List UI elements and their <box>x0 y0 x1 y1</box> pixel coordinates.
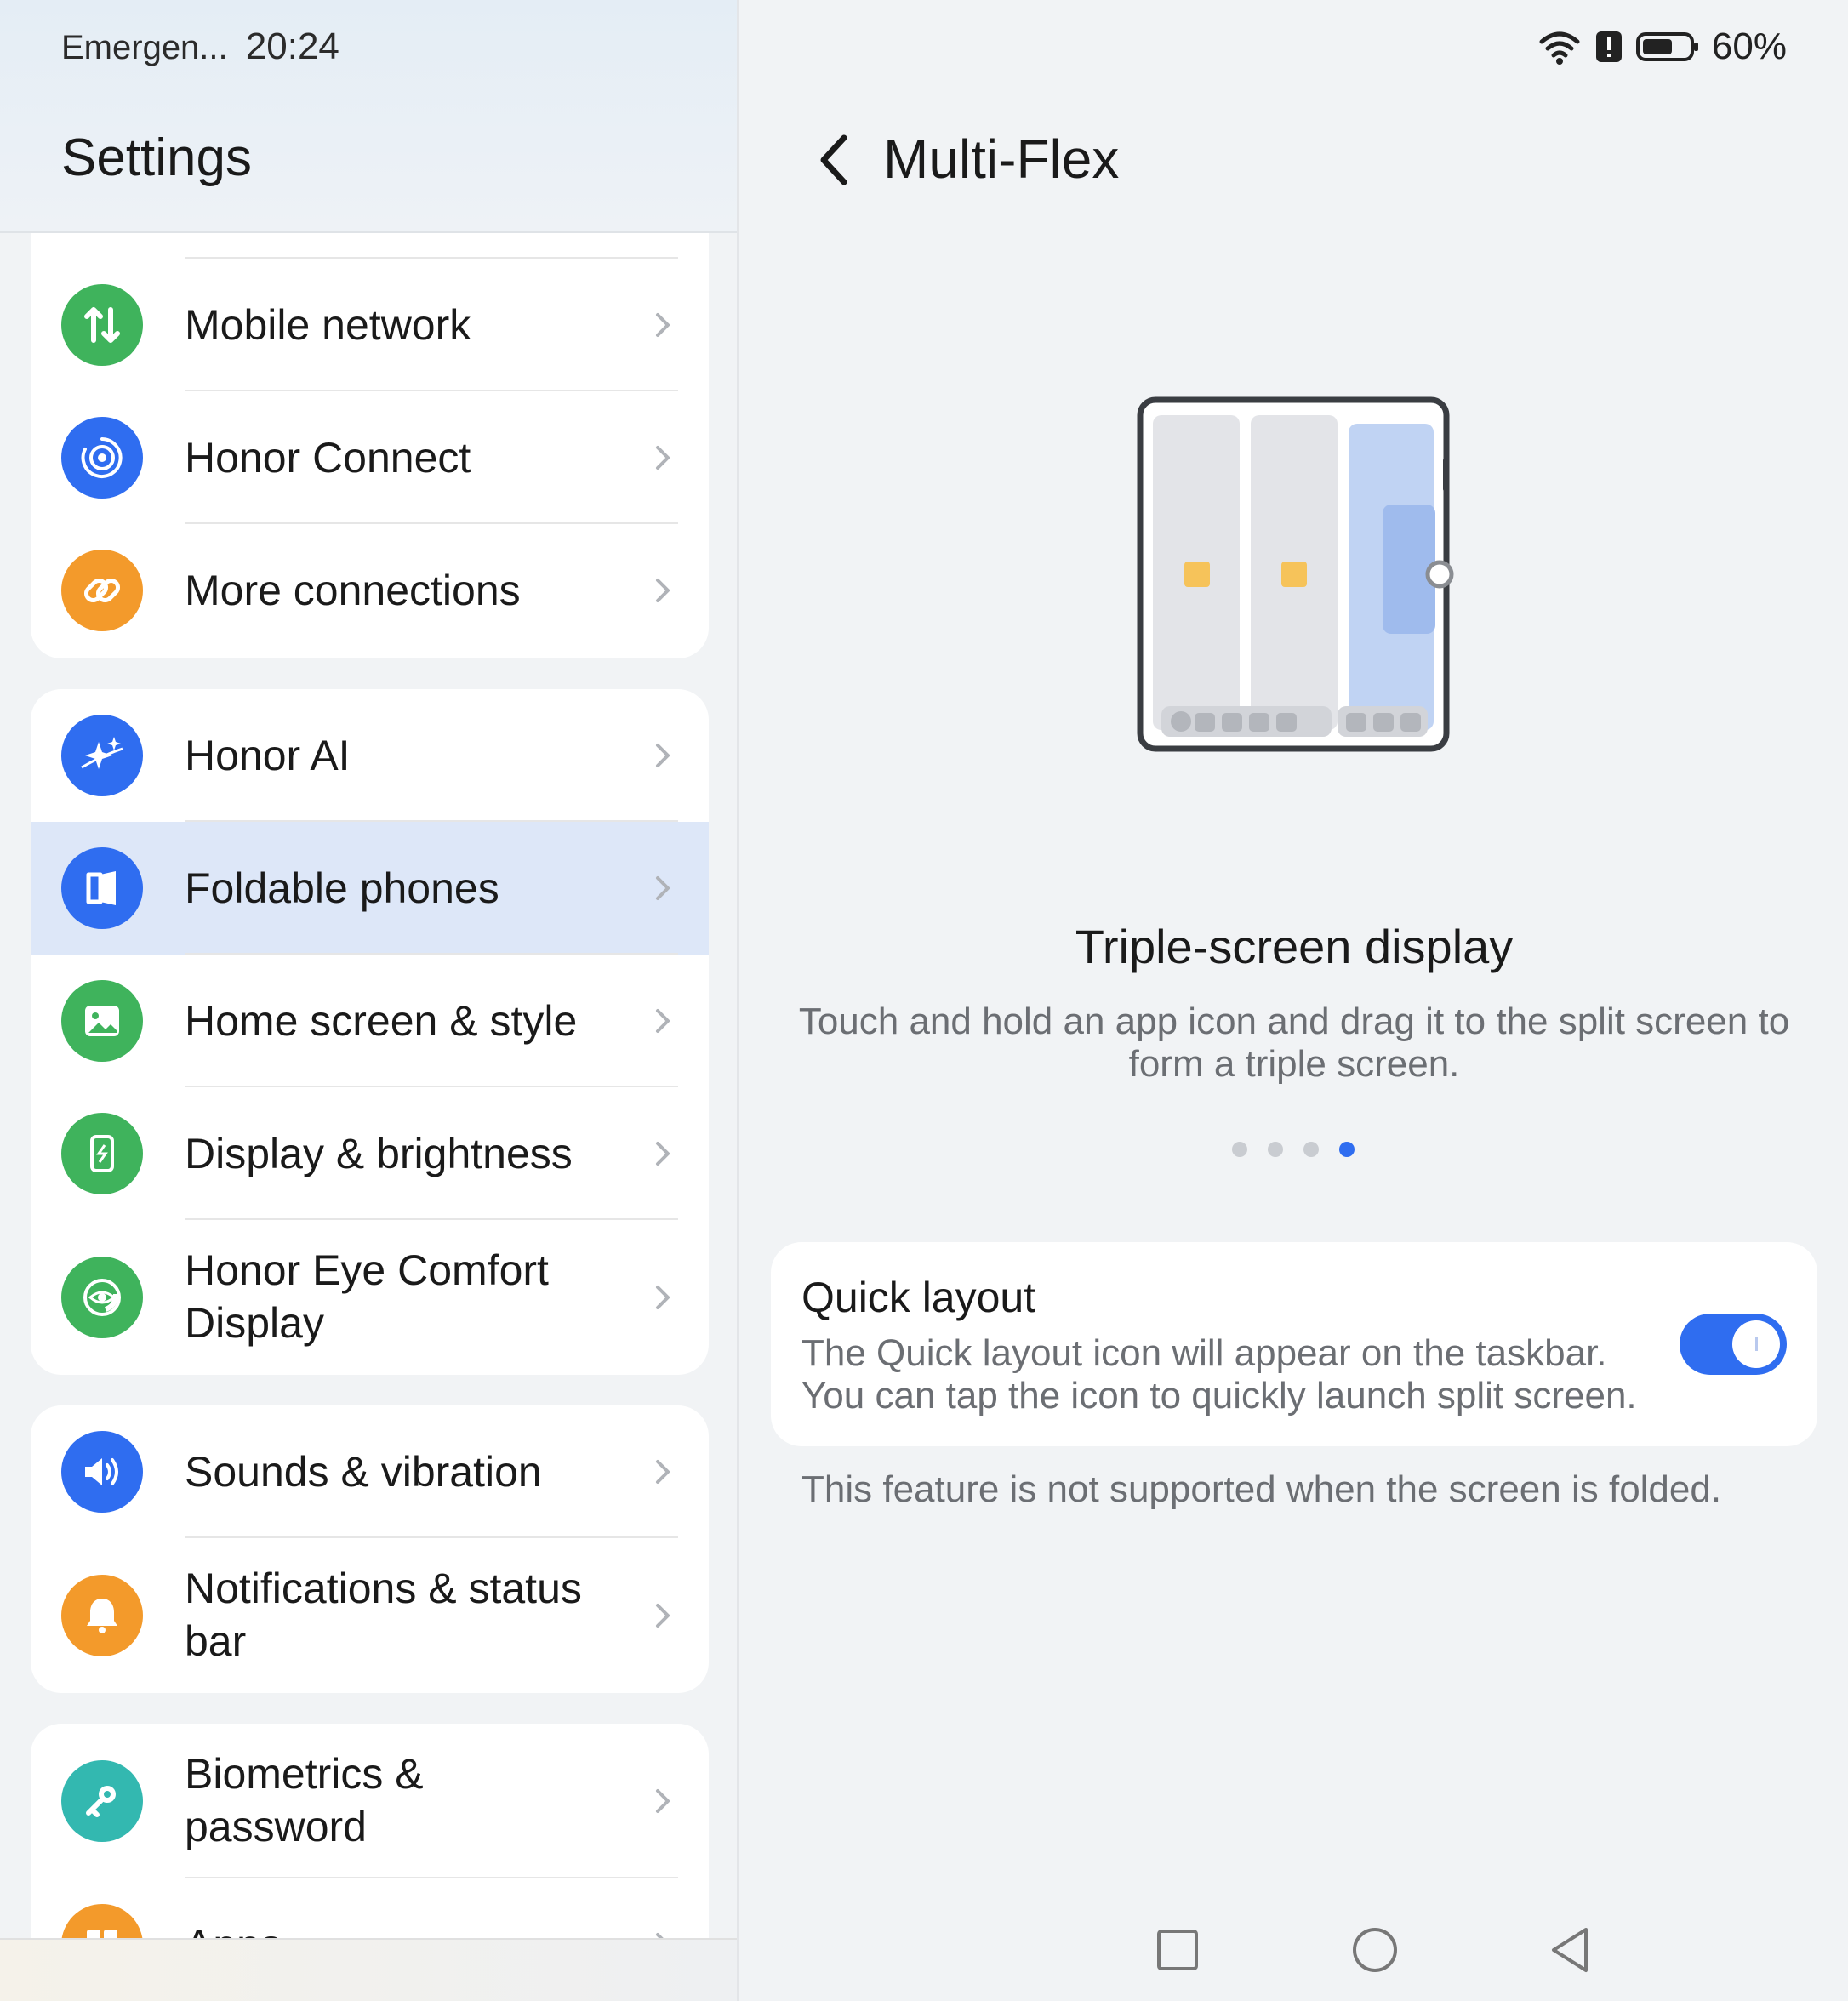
sidebar-item-more-connections[interactable]: More connections <box>31 524 709 657</box>
chevron-right-icon <box>656 313 670 337</box>
chevron-right-icon <box>656 446 670 470</box>
eye-comfort-icon <box>61 1257 143 1338</box>
recents-icon[interactable] <box>1152 1924 1203 1975</box>
chevron-right-icon <box>656 1142 670 1166</box>
settings-row-hidden <box>31 233 709 259</box>
alert-icon <box>1595 31 1622 62</box>
settings-header: Emergen... 20:24 Settings <box>0 0 737 233</box>
quick-layout-description: The Quick layout icon will appear on the… <box>801 1332 1637 1417</box>
quick-layout-card: Quick layout The Quick layout icon will … <box>771 1242 1817 1446</box>
home-icon[interactable] <box>1349 1924 1400 1975</box>
sidebar-item-sounds-vibration[interactable]: Sounds & vibration <box>31 1405 709 1538</box>
folded-footnote: This feature is not supported when the s… <box>801 1468 1722 1510</box>
page-dot[interactable] <box>1232 1142 1247 1157</box>
chevron-right-icon <box>656 1009 670 1033</box>
link-icon <box>61 550 143 631</box>
settings-pane: Emergen... 20:24 Settings Mobile network <box>0 0 739 2001</box>
chevron-right-icon <box>656 876 670 900</box>
carousel-title: Triple-screen display <box>1075 920 1514 973</box>
quick-layout-toggle[interactable] <box>1680 1314 1787 1375</box>
quick-layout-title: Quick layout <box>801 1274 1036 1321</box>
sidebar-item-biometrics[interactable]: Biometrics & password <box>31 1724 709 1878</box>
sidebar-item-notifications[interactable]: Notifications & status bar <box>31 1538 709 1693</box>
sidebar-item-label: Mobile network <box>185 301 471 349</box>
settings-card-display: Honor AI Foldable phones Home screen & s… <box>31 689 709 1375</box>
chevron-right-icon <box>656 1286 670 1309</box>
key-icon <box>61 1760 143 1842</box>
sidebar-item-honor-connect[interactable]: Honor Connect <box>31 391 709 524</box>
battery-percent: 60% <box>1711 26 1787 67</box>
sidebar-item-apps[interactable]: Apps <box>31 1878 709 1938</box>
sidebar-item-label: Biometrics & password <box>185 1750 424 1850</box>
sidebar-item-label: Home screen & style <box>185 997 578 1045</box>
sidebar-item-label: Notifications & status bar <box>185 1565 582 1665</box>
sidebar-item-label: Honor AI <box>185 732 351 779</box>
chevron-right-icon <box>656 1460 670 1484</box>
carrier-text: Emergen... <box>61 29 228 66</box>
chevron-right-icon <box>656 1789 670 1813</box>
bell-icon <box>61 1575 143 1656</box>
chevron-right-icon <box>656 1604 670 1628</box>
sidebar-item-label: Foldable phones <box>185 864 499 912</box>
battery-icon <box>1635 32 1698 61</box>
wifi-icon <box>1539 31 1580 65</box>
sidebar-item-display-brightness[interactable]: Display & brightness <box>31 1087 709 1220</box>
sidebar-item-label: Honor Eye Comfort Display <box>185 1246 549 1347</box>
apps-icon <box>61 1904 143 1938</box>
settings-card-connectivity: Mobile network Honor Connect More connec… <box>31 233 709 658</box>
sidebar-item-honor-ai[interactable]: Honor AI <box>31 689 709 822</box>
page-title: Settings <box>61 128 253 187</box>
sidebar-item-label: Display & brightness <box>185 1130 573 1177</box>
triple-screen-illustration <box>1137 396 1454 752</box>
sparkle-icon <box>61 715 143 796</box>
sidebar-item-foldable-phones[interactable]: Foldable phones <box>31 822 709 955</box>
page-dot[interactable] <box>1268 1142 1283 1157</box>
sidebar-item-label: Honor Connect <box>185 434 471 482</box>
sidebar-item-label: More connections <box>185 567 521 614</box>
honor-connect-icon <box>61 417 143 499</box>
status-bar-left: Emergen... 20:24 <box>61 26 339 68</box>
sidebar-item-home-screen-style[interactable]: Home screen & style <box>31 955 709 1087</box>
carousel-page-indicator[interactable] <box>1232 1142 1355 1157</box>
sidebar-item-mobile-network[interactable]: Mobile network <box>31 259 709 391</box>
chevron-right-icon <box>656 579 670 602</box>
page-dot[interactable] <box>1303 1142 1319 1157</box>
chevron-right-icon <box>656 744 670 767</box>
sidebar-item-label: Sounds & vibration <box>185 1448 542 1496</box>
settings-card-security: Biometrics & password Apps <box>31 1724 709 1938</box>
page-dot-active[interactable] <box>1339 1142 1355 1157</box>
carousel-description: Touch and hold an app icon and drag it t… <box>798 1000 1790 1085</box>
foldable-icon <box>61 847 143 929</box>
display-icon <box>61 1113 143 1194</box>
settings-card-sound: Sounds & vibration Notifications & statu… <box>31 1405 709 1693</box>
detail-pane: 60% Multi-Flex Triple-screen display Tou… <box>740 0 1848 2001</box>
toggle-knob <box>1732 1320 1780 1368</box>
settings-list[interactable]: Mobile network Honor Connect More connec… <box>0 233 737 1938</box>
detail-title: Multi-Flex <box>883 128 1120 190</box>
image-icon <box>61 980 143 1062</box>
back-arrow-icon[interactable] <box>808 128 859 192</box>
mobile-network-icon <box>61 284 143 366</box>
back-nav-icon[interactable] <box>1545 1924 1596 1975</box>
chevron-right-icon <box>656 1933 664 1938</box>
sidebar-item-eye-comfort[interactable]: Honor Eye Comfort Display <box>31 1220 709 1375</box>
speaker-icon <box>61 1431 143 1513</box>
navigation-bar <box>740 1899 1848 2001</box>
status-bar-right: 60% <box>1537 26 1787 68</box>
clock: 20:24 <box>245 26 339 67</box>
left-bottom-bar <box>0 1938 737 2001</box>
sidebar-item-label: Apps <box>185 1918 282 1938</box>
